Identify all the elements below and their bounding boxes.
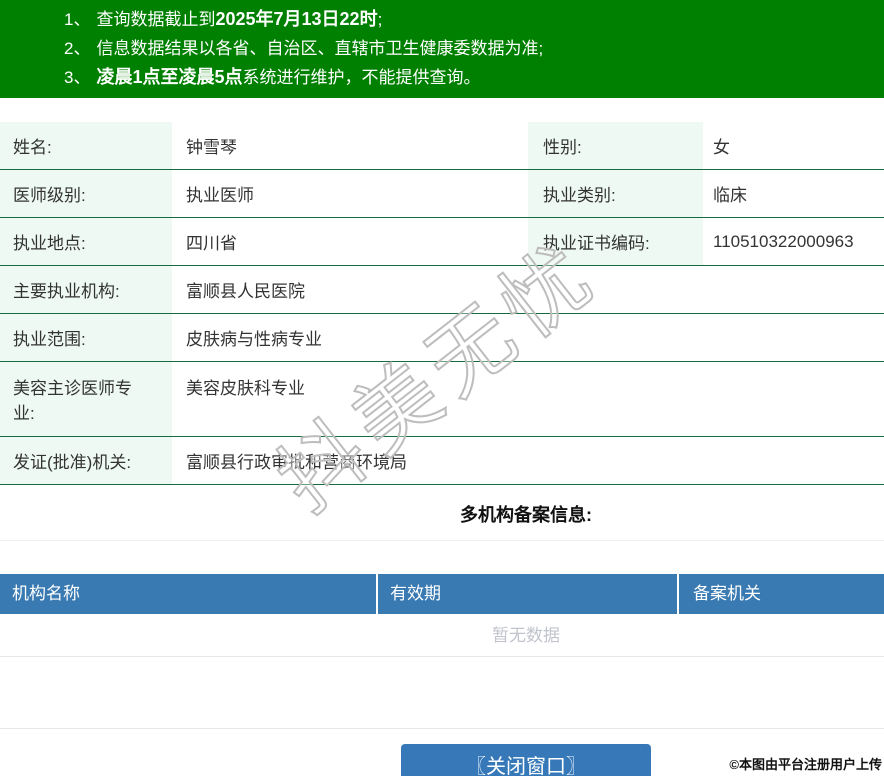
field-label-practice-scope: 执业范围: (0, 314, 172, 361)
info-row-practice-scope: 执业范围: 皮肤病与性病专业 (0, 314, 884, 362)
notice-banner: 1、 查询数据截止到2025年7月13日22时; 2、 信息数据结果以各省、自治… (0, 0, 884, 98)
field-label-practice-category: 执业类别: (528, 170, 703, 217)
field-value-issuing-authority: 富顺县行政审批和营商环境局 (186, 453, 407, 472)
field-label-certificate-number: 执业证书编码: (528, 218, 703, 265)
field-label-gender: 性别: (528, 122, 703, 169)
info-row-main-institution: 主要执业机构: 富顺县人民医院 (0, 266, 884, 314)
practitioner-info-table: 姓名: 钟雪琴 性别: 女 医师级别: 执业医师 执业类别: 临床 执业地点: … (0, 122, 884, 485)
field-label-issuing-authority: 发证(批准)机关: (0, 437, 172, 484)
column-header-registration-authority: 备案机关 (693, 584, 761, 603)
registration-table-header: 机构名称 有效期 备案机关 (0, 574, 884, 614)
notice-number: 3、 (64, 68, 91, 87)
info-row-cosmetic-specialty: 美容主诊医师专业: 美容皮肤科专业 (0, 362, 884, 437)
field-value-practice-scope: 皮肤病与性病专业 (186, 330, 322, 349)
notice-line-2: 2、 信息数据结果以各省、自治区、直辖市卫生健康委数据为准; (64, 34, 884, 63)
field-value-certificate-number: 110510322000963 (713, 231, 854, 251)
notice-text: 信息数据结果以各省、自治区、直辖市卫生健康委数据为准; (96, 39, 544, 58)
notice-text: 凌晨1点至凌晨5点系统进行维护，不能提供查询。 (96, 67, 481, 87)
info-row-name-gender: 姓名: 钟雪琴 性别: 女 (0, 122, 884, 170)
field-label-name: 姓名: (0, 122, 172, 169)
field-label-main-institution: 主要执业机构: (0, 266, 172, 313)
field-value-practice-category: 临床 (713, 186, 747, 205)
field-value-doctor-level: 执业医师 (186, 186, 254, 205)
page-content: 1、 查询数据截止到2025年7月13日22时; 2、 信息数据结果以各省、自治… (0, 0, 884, 776)
notice-number: 2、 (64, 39, 91, 58)
query-result-page: 1、 查询数据截止到2025年7月13日22时; 2、 信息数据结果以各省、自治… (0, 0, 884, 776)
field-label-doctor-level: 医师级别: (0, 170, 172, 217)
field-value-practice-location: 四川省 (186, 234, 237, 253)
notice-text: 查询数据截止到2025年7月13日22时; (96, 9, 383, 29)
info-row-issuing-authority: 发证(批准)机关: 富顺县行政审批和营商环境局 (0, 437, 884, 485)
notice-line-1: 1、 查询数据截止到2025年7月13日22时; (64, 5, 884, 34)
info-row-level-category: 医师级别: 执业医师 执业类别: 临床 (0, 170, 884, 218)
column-header-validity-period: 有效期 (378, 574, 679, 614)
field-value-main-institution: 富顺县人民医院 (186, 282, 305, 301)
upload-stamp-text: ©本图由平台注册用户上传 (729, 757, 882, 772)
field-value-cosmetic-specialty: 美容皮肤科专业 (186, 379, 305, 398)
field-label-practice-location: 执业地点: (0, 218, 172, 265)
column-header-institution-name: 机构名称 (0, 574, 378, 614)
close-window-button[interactable]: 〖关闭窗口〗 (401, 744, 651, 776)
multi-institution-heading: 多机构备案信息: (460, 505, 592, 525)
empty-data-placeholder: 暂无数据 (0, 614, 884, 657)
field-value-gender: 女 (713, 138, 730, 157)
notice-line-3: 3、 凌晨1点至凌晨5点系统进行维护，不能提供查询。 (64, 63, 884, 92)
notice-number: 1、 (64, 10, 91, 29)
field-label-cosmetic-specialty: 美容主诊医师专业: (0, 362, 172, 436)
info-row-location-certno: 执业地点: 四川省 执业证书编码: 110510322000963 (0, 218, 884, 266)
section-divider (0, 540, 884, 541)
field-value-name: 钟雪琴 (186, 138, 237, 157)
